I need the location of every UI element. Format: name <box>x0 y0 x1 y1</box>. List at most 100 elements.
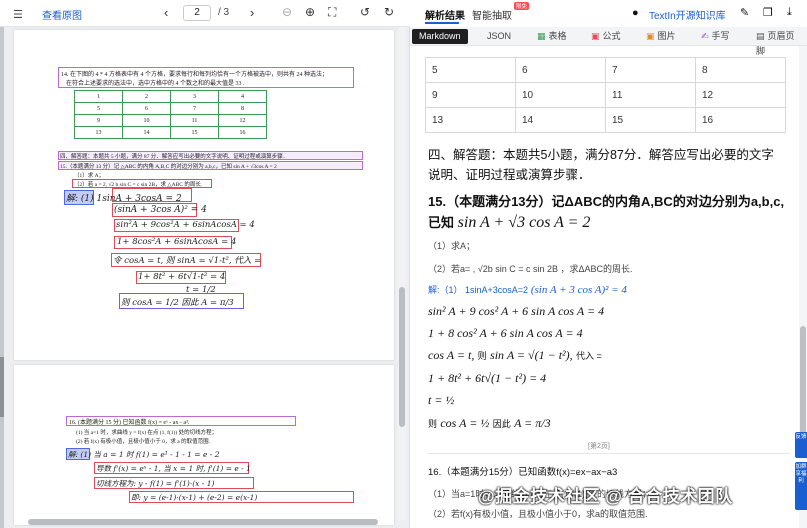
divider <box>428 453 790 454</box>
handwriting-icon: ✍ <box>701 31 709 41</box>
pdf-hscroll-thumb[interactable] <box>28 519 378 525</box>
q15-head: 15.（本题满分 13 分）记 △ABC 的内角 A,B,C 的对边分别为 a,… <box>60 164 277 170</box>
view-original-link[interactable]: 查看原图 <box>42 7 82 22</box>
pdf-page: 16. (本题满分 15 分) 已知函数 f(x) = eˣ - ax - a³… <box>14 365 394 525</box>
rotate-left-icon[interactable]: ↺ <box>360 5 370 19</box>
solution-label: 解:（1） 1sinA+3cosA=2 <box>428 285 529 295</box>
section-4-heading: 四、解答题：本题共5小题，满分87分．解答应写出必要的文字 <box>428 148 774 162</box>
table-row: 13 14 15 16 <box>425 107 786 133</box>
result-header: 解析结果 智能抽取 限免 ● TextIn开源知识库 ✎ ❐ ⤓ <box>410 0 807 27</box>
github-icon[interactable]: ● <box>632 7 639 19</box>
eq-3-c: sin A = √(1 − t²), <box>490 348 573 362</box>
solution-line: 解:（1） 1sinA+3cosA=2 (sin A + 3 cos A)² =… <box>428 283 627 296</box>
q15-sub2: （2）若 a = 2, √2 b sin C = c sin 2B，求 △ABC… <box>74 182 203 188</box>
image-icon: ▣ <box>646 31 655 41</box>
hw-line: 解: (1) 当 a = 1 时 f(1) = e¹ - 1 - 1 = e -… <box>68 450 220 459</box>
grid-row: 5678 <box>74 102 267 115</box>
result-table: 5 6 7 8 9 10 11 12 13 14 15 16 <box>425 57 786 133</box>
eq-4: 1 + 8t² + 6t√(1 − t²) = 4 <box>428 371 547 385</box>
eq-3: cos A = t, 则 sin A = √(1 − t²), 代入 = <box>428 348 602 363</box>
tab-label: 图片 <box>657 31 676 41</box>
tab-header-footer[interactable]: ▤ 页眉页脚 <box>749 29 807 56</box>
q15-formula: sin A + √3 cos A = 2 <box>457 214 591 231</box>
format-tabs: Markdown JSON ▦ 表格 ▣ 公式 ▣ 图片 ✍ 手写 ▤ 页眉页脚 <box>410 27 807 56</box>
eq-5: t = ½ <box>428 393 455 407</box>
grid-row: 1234 <box>74 90 267 103</box>
grid-cell: 9 <box>74 114 123 127</box>
download-icon[interactable]: ⤓ <box>787 6 792 19</box>
eq-6-a: 则 <box>428 419 438 429</box>
result-scroll-thumb[interactable] <box>800 326 806 436</box>
tab-image[interactable]: ▣ 图片 <box>639 29 683 44</box>
grid-cell: 1 <box>74 90 123 103</box>
grid-cell: 11 <box>170 114 219 127</box>
q16-heading: 16.（本题满分15分）已知函数f(x)=ex−ax−a3 <box>428 467 618 478</box>
join-group-button[interactable]: 加群享福利 <box>795 462 807 510</box>
q16-part2: （2）若f(x)有极小值，且极小值小于0，求a的取值范围. <box>428 509 648 519</box>
pdf-page: 14. 在下图的 4 * 4 方格表中有 4 个方格，要求每行和每列均恰有一个方… <box>14 30 394 360</box>
tab-markdown[interactable]: Markdown <box>412 29 468 44</box>
pdf-vertical-scrollbar[interactable] <box>398 27 406 520</box>
page-number-input[interactable]: 2 <box>183 5 211 21</box>
eq-6: 则 cos A = ½ 因此 A = π/3 <box>428 416 551 431</box>
hw-line: (sinA + 3cos A)² = 4 <box>114 205 207 215</box>
tab-json[interactable]: JSON <box>480 29 518 44</box>
hw-line: sin²A + 9cos²A + 6sinAcosA = 4 <box>116 220 255 230</box>
eq-2: 1 + 8 cos² A + 6 sin A cos A = 4 <box>428 326 583 340</box>
q16-sub1: (1) 当 a=1 时，求曲线 y = f(x) 在点 (1, f(1)) 处的… <box>76 430 218 436</box>
hw-line: 1+ 8cos²A + 6sinAcosA = 4 <box>117 237 237 247</box>
section-4-heading-2: 说明、证明过程或演算步骤． <box>428 168 591 182</box>
left-edge-thumb[interactable] <box>0 357 4 417</box>
table-cell: 14 <box>515 107 606 133</box>
fit-icon[interactable]: ⛶ <box>328 5 336 20</box>
section-4: 四、解答题：本题共 5 小题，满分 87 分．解答应写出必要的文字说明、证明过程… <box>60 154 289 160</box>
tab-parse-result[interactable]: 解析结果 <box>425 7 465 22</box>
zoom-in-icon[interactable]: ⊕ <box>305 5 315 19</box>
pdf-viewer-pane: ☰ 查看原图 ‹ 2 / 3 › ⊖ ⊕ ⛶ ↺ ↻ 14. 在下图的 4 * … <box>0 0 410 528</box>
knowledge-base-link[interactable]: TextIn开源知识库 <box>649 7 726 22</box>
result-pane: 解析结果 智能抽取 限免 ● TextIn开源知识库 ✎ ❐ ⤓ Markdow… <box>410 0 807 528</box>
tab-smart-extract[interactable]: 智能抽取 <box>472 7 512 22</box>
grid-cell: 12 <box>218 114 267 127</box>
markdown-content: 5 6 7 8 9 10 11 12 13 14 15 16 四、解答题：本题共5小题，满分87分．解… <box>410 46 797 528</box>
tab-label: 手写 <box>711 31 730 41</box>
chevron-left-icon[interactable]: ‹ <box>164 5 168 20</box>
copy-icon[interactable]: ❐ <box>763 6 773 19</box>
eq-6-c: 因此 <box>492 419 511 429</box>
tab-handwriting[interactable]: ✍ 手写 <box>694 29 737 44</box>
tab-label: 表格 <box>548 31 567 41</box>
table-icon: ▦ <box>537 31 546 41</box>
grid-cell: 3 <box>170 90 219 103</box>
tab-label: 公式 <box>602 31 621 41</box>
grid-cell: 6 <box>122 102 171 115</box>
grid-cell: 14 <box>122 126 171 139</box>
table-cell: 9 <box>425 82 516 108</box>
table-cell: 6 <box>515 57 606 83</box>
q15-heading: 15.（本题满分13分）记ΔABC的内角A,BC的对边分别为a,b,c, <box>428 194 785 209</box>
q15-part1: （1）求A； <box>428 241 476 251</box>
grid-cell: 8 <box>218 102 267 115</box>
pdf-horizontal-scrollbar[interactable] <box>18 518 398 526</box>
rotate-right-icon[interactable]: ↻ <box>384 5 394 19</box>
pdf-scroll-thumb[interactable] <box>399 287 405 427</box>
chevron-right-icon[interactable]: › <box>250 5 254 20</box>
page-footer: [第2页] <box>588 443 610 450</box>
zoom-out-icon[interactable]: ⊖ <box>282 5 292 19</box>
menu-icon[interactable]: ☰ <box>13 8 23 21</box>
grid-cell: 5 <box>74 102 123 115</box>
hw-line: 即: y = (e-1)·(x-1) + (e-2) = e(x-1) <box>131 493 258 502</box>
edit-icon[interactable]: ✎ <box>740 6 749 19</box>
tab-table[interactable]: ▦ 表格 <box>530 29 574 44</box>
hw-line: 导数 f'(x) = eˣ - 1, 当 x = 1 时, f'(1) = e … <box>96 464 251 473</box>
tab-formula[interactable]: ▣ 公式 <box>584 29 628 44</box>
feedback-button[interactable]: 反馈 <box>795 432 807 458</box>
table-cell: 7 <box>605 57 696 83</box>
table-cell: 8 <box>695 57 786 83</box>
hw-line: 解: (1) 1sinA + 3cosA = 2 <box>66 194 182 204</box>
table-row: 9 10 11 12 <box>425 82 786 108</box>
table-cell: 15 <box>605 107 696 133</box>
watermark: @掘金技术社区 @ 合合技术团队 <box>478 487 733 506</box>
eq-3-b: 则 <box>477 351 487 361</box>
grid-cell: 10 <box>122 114 171 127</box>
grid-cell: 13 <box>74 126 123 139</box>
